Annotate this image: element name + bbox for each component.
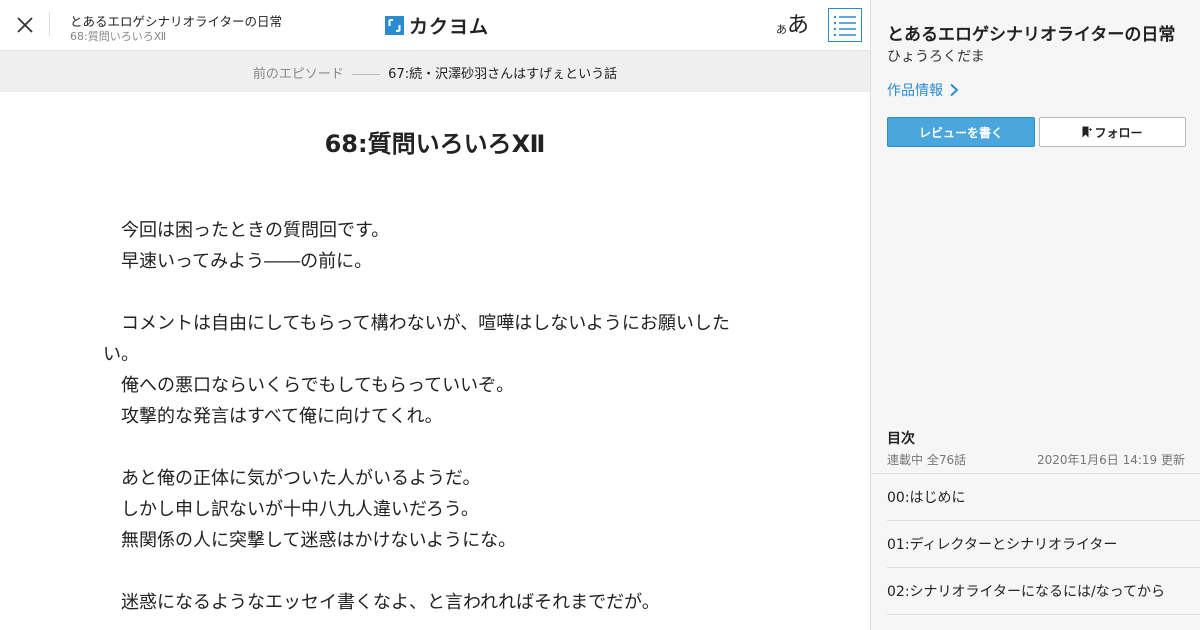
sidebar-work-title[interactable]: とあるエロゲシナリオライターの日常	[887, 20, 1175, 45]
list-icon	[833, 15, 856, 36]
episode-heading: 68:質問いろいろⅫ	[324, 130, 546, 158]
header-divider	[49, 12, 50, 36]
toc-list: 00:はじめに 01:ディレクターとシナリオライター 02:シナリオライターにな…	[887, 474, 1200, 615]
previous-episode-bar: 前のエピソード 67:続・沢澤砂羽さんはすげぇという話	[0, 51, 870, 92]
bookmark-plus-icon	[1082, 126, 1093, 138]
font-size-big-glyph: あ	[787, 13, 810, 38]
previous-episode-title: 67:続・沢澤砂羽さんはすげぇという話	[388, 67, 618, 82]
body-paragraph	[103, 432, 753, 463]
follow-button[interactable]: フォロー	[1039, 117, 1186, 147]
previous-episode-label: 前のエピソード	[252, 67, 344, 82]
top-bar: とあるエロゲシナリオライターの日常 68:質問いろいろⅫ カクヨム あ あ	[0, 0, 870, 51]
font-size-button[interactable]: あ あ	[776, 8, 809, 40]
toc-item[interactable]: 01:ディレクターとシナリオライター	[887, 521, 1200, 568]
body-paragraph: しかし申し訳ないが十中八九人違いだろう。	[103, 499, 479, 520]
kakuyomu-logo-icon	[385, 15, 404, 35]
episode-subtitle: 68:質問いろいろⅫ	[70, 30, 167, 43]
body-paragraph: 今回は困ったときの質問回です。	[103, 220, 390, 241]
table-of-contents-button[interactable]	[828, 8, 862, 42]
episode-body: 今回は困ったときの質問回です。 早速いってみよう――の前に。 コメントは自由にし…	[103, 215, 753, 618]
sidebar-author[interactable]: ひょうろくだま	[887, 46, 985, 66]
chevron-right-icon	[950, 83, 959, 97]
body-paragraph	[103, 556, 753, 587]
write-review-button[interactable]: レビューを書く	[887, 117, 1035, 147]
work-info-link[interactable]: 作品情報	[887, 80, 960, 100]
body-paragraph: 早速いってみよう――の前に。	[103, 251, 373, 272]
write-review-label: レビューを書く	[918, 125, 1003, 140]
close-icon	[17, 17, 33, 33]
reader-app: とあるエロゲシナリオライターの日常 68:質問いろいろⅫ カクヨム あ あ 前の…	[0, 0, 1200, 630]
reader-main: とあるエロゲシナリオライターの日常 68:質問いろいろⅫ カクヨム あ あ 前の…	[0, 0, 870, 630]
body-paragraph: 俺への悪口ならいくらでもしてもらっていいぞ。	[103, 375, 515, 396]
follow-label: フォロー	[1094, 125, 1143, 140]
font-size-small-glyph: あ	[776, 23, 787, 36]
logo-text: カクヨム	[409, 15, 490, 38]
body-paragraph: 攻撃的な発言はすべて俺に向けてくれ。	[103, 406, 443, 427]
toc-item[interactable]: 00:はじめに	[887, 474, 1200, 521]
work-info-label: 作品情報	[887, 83, 943, 99]
previous-episode-link[interactable]: 前のエピソード 67:続・沢澤砂羽さんはすげぇという話	[0, 63, 870, 82]
body-paragraph: あと俺の正体に気がついた人がいるようだ。	[103, 468, 481, 489]
body-paragraph	[103, 277, 753, 308]
toc-updated: 2020年1月6日 14:19 更新	[1036, 453, 1185, 467]
toc-status: 連載中 全76話	[887, 453, 967, 467]
kakuyomu-logo[interactable]: カクヨム	[385, 13, 490, 38]
work-sidebar: とあるエロゲシナリオライターの日常 ひょうろくだま 作品情報 レビューを書く フ…	[870, 0, 1200, 630]
body-paragraph: 迷惑になるようなエッセイ書くなよ、と言われればそれまでだが。	[103, 592, 660, 613]
toc-heading: 目次	[887, 431, 915, 447]
close-button[interactable]	[12, 12, 38, 38]
body-paragraph: 無関係の人に突撃して迷惑はかけないようにな。	[103, 530, 517, 551]
toc-item[interactable]: 02:シナリオライターになるには/なってから	[887, 568, 1200, 615]
previous-episode-rule	[352, 74, 381, 75]
body-paragraph: コメントは自由にしてもらって構わないが、喧嘩はしないようにお願いしたい。	[103, 313, 730, 365]
